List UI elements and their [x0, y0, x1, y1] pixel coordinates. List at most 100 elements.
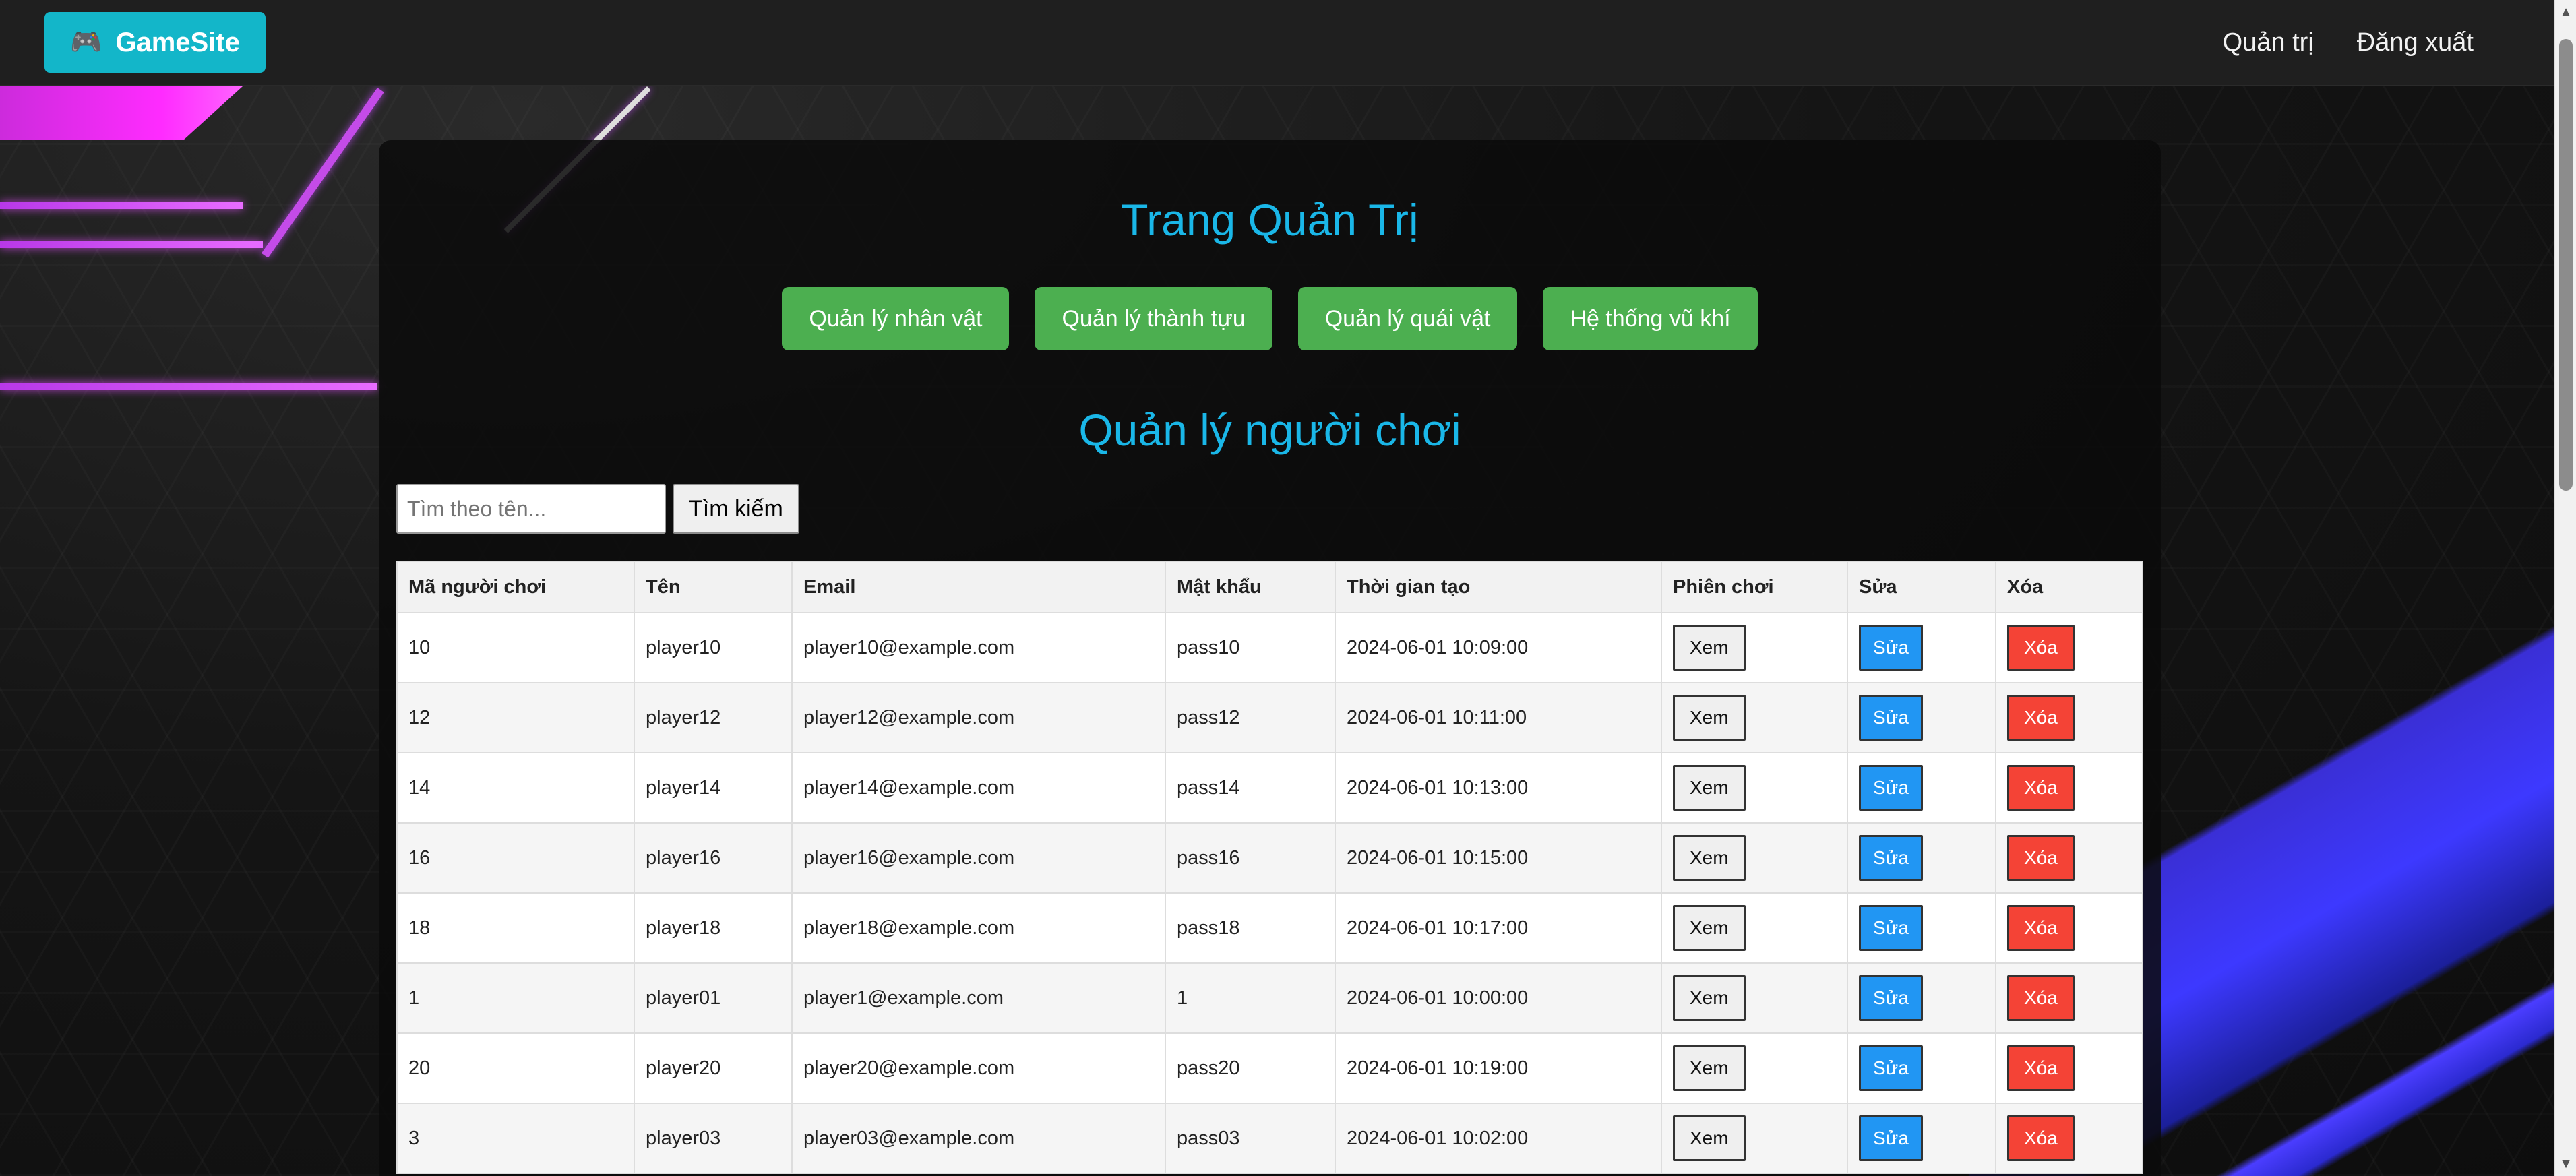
cell-created: 2024-06-01 10:02:00 [1335, 1103, 1662, 1174]
cell-name: player14 [634, 752, 793, 824]
search-button[interactable]: Tìm kiếm [673, 484, 799, 534]
column-header-delete: Xóa [1995, 561, 2143, 613]
edit-button[interactable]: Sửa [1859, 1045, 1923, 1091]
delete-button[interactable]: Xóa [2007, 905, 2075, 951]
table-row: 14 player14 player14@example.com pass14 … [396, 752, 2143, 824]
cell-id: 1 [396, 962, 635, 1034]
delete-button[interactable]: Xóa [2007, 1115, 2075, 1161]
cell-id: 12 [396, 682, 635, 753]
edit-button[interactable]: Sửa [1859, 905, 1923, 951]
cell-id: 20 [396, 1032, 635, 1104]
scroll-up-icon[interactable]: ▲ [2555, 1, 2576, 23]
edit-button[interactable]: Sửa [1859, 975, 1923, 1021]
delete-button[interactable]: Xóa [2007, 835, 2075, 881]
cell-email: player03@example.com [791, 1103, 1166, 1174]
cell-id: 18 [396, 892, 635, 964]
delete-button[interactable]: Xóa [2007, 765, 2075, 811]
table-row: 10 player10 player10@example.com pass10 … [396, 612, 2143, 683]
cell-created: 2024-06-01 10:11:00 [1335, 682, 1662, 753]
navbar: 🎮 GameSite Quản trị Đăng xuất [0, 0, 2554, 86]
cell-delete: Xóa [1995, 1032, 2143, 1104]
nav-logout-link[interactable]: Đăng xuất [2357, 28, 2474, 57]
delete-button[interactable]: Xóa [2007, 695, 2075, 741]
cell-id: 16 [396, 822, 635, 894]
column-header-password: Mật khẩu [1165, 561, 1336, 613]
cell-name: player16 [634, 822, 793, 894]
view-sessions-button[interactable]: Xem [1673, 695, 1746, 741]
brand-logo[interactable]: 🎮 GameSite [44, 12, 266, 73]
column-header-name: Tên [634, 561, 793, 613]
cell-password: 1 [1165, 962, 1336, 1034]
view-sessions-button[interactable]: Xem [1673, 835, 1746, 881]
nav-admin-link[interactable]: Quản trị [2223, 28, 2314, 57]
gamepad-icon: 🎮 [70, 28, 102, 57]
cell-delete: Xóa [1995, 682, 2143, 753]
purple-line-decoration [0, 241, 263, 248]
cell-email: player18@example.com [791, 892, 1166, 964]
section-title: Quản lý người chơi [1078, 405, 1461, 455]
cell-sessions: Xem [1661, 1103, 1848, 1174]
cell-password: pass16 [1165, 822, 1336, 894]
blue-band-decoration [2104, 502, 2576, 1176]
cell-password: pass14 [1165, 752, 1336, 824]
delete-button[interactable]: Xóa [2007, 1045, 2075, 1091]
view-sessions-button[interactable]: Xem [1673, 765, 1746, 811]
cell-sessions: Xem [1661, 822, 1848, 894]
edit-button[interactable]: Sửa [1859, 835, 1923, 881]
cell-delete: Xóa [1995, 752, 2143, 824]
weapon-system-button[interactable]: Hệ thống vũ khí [1543, 287, 1758, 350]
cell-created: 2024-06-01 10:13:00 [1335, 752, 1662, 824]
page-title: Trang Quản Trị [1121, 195, 1419, 245]
cell-password: pass12 [1165, 682, 1336, 753]
manage-characters-button[interactable]: Quản lý nhân vật [782, 287, 1010, 350]
cell-id: 14 [396, 752, 635, 824]
manage-monsters-button[interactable]: Quản lý quái vật [1297, 287, 1518, 350]
scroll-down-icon[interactable]: ▼ [2555, 1153, 2576, 1175]
cell-name: player01 [634, 962, 793, 1034]
scrollbar-thumb[interactable] [2559, 39, 2573, 491]
cell-id: 10 [396, 612, 635, 683]
search-input[interactable] [396, 484, 666, 534]
players-table-body: 10 player10 player10@example.com pass10 … [396, 612, 2143, 1174]
cell-sessions: Xem [1661, 962, 1848, 1034]
cell-sessions: Xem [1661, 752, 1848, 824]
cell-edit: Sửa [1847, 612, 1996, 683]
cell-edit: Sửa [1847, 1103, 1996, 1174]
cell-sessions: Xem [1661, 682, 1848, 753]
edit-button[interactable]: Sửa [1859, 695, 1923, 741]
edit-button[interactable]: Sửa [1859, 1115, 1923, 1161]
page-scrollbar[interactable]: ▲ ▼ [2554, 0, 2576, 1176]
column-header-edit: Sửa [1847, 561, 1996, 613]
edit-button[interactable]: Sửa [1859, 625, 1923, 671]
table-header-row: Mã người chơi Tên Email Mật khẩu Thời gi… [396, 561, 2143, 613]
cell-email: player14@example.com [791, 752, 1166, 824]
table-row: 1 player01 player1@example.com 1 2024-06… [396, 962, 2143, 1034]
view-sessions-button[interactable]: Xem [1673, 905, 1746, 951]
cell-edit: Sửa [1847, 752, 1996, 824]
cell-name: player12 [634, 682, 793, 753]
cell-name: player03 [634, 1103, 793, 1174]
delete-button[interactable]: Xóa [2007, 975, 2075, 1021]
edit-button[interactable]: Sửa [1859, 765, 1923, 811]
admin-panel: Trang Quản Trị Quản lý nhân vật Quản lý … [379, 140, 2161, 1176]
cell-delete: Xóa [1995, 822, 2143, 894]
column-header-created: Thời gian tạo [1335, 561, 1662, 613]
cell-sessions: Xem [1661, 612, 1848, 683]
cell-created: 2024-06-01 10:19:00 [1335, 1032, 1662, 1104]
cell-password: pass03 [1165, 1103, 1336, 1174]
view-sessions-button[interactable]: Xem [1673, 625, 1746, 671]
search-bar: Tìm kiếm [396, 484, 799, 534]
cell-name: player10 [634, 612, 793, 683]
admin-nav-buttons: Quản lý nhân vật Quản lý thành tựu Quản … [379, 287, 2161, 350]
delete-button[interactable]: Xóa [2007, 625, 2075, 671]
cell-password: pass10 [1165, 612, 1336, 683]
view-sessions-button[interactable]: Xem [1673, 975, 1746, 1021]
cell-edit: Sửa [1847, 962, 1996, 1034]
purple-line-decoration [0, 202, 243, 209]
cell-email: player20@example.com [791, 1032, 1166, 1104]
column-header-email: Email [791, 561, 1166, 613]
view-sessions-button[interactable]: Xem [1673, 1115, 1746, 1161]
column-header-sessions: Phiên chơi [1661, 561, 1848, 613]
manage-achievements-button[interactable]: Quản lý thành tựu [1035, 287, 1272, 350]
view-sessions-button[interactable]: Xem [1673, 1045, 1746, 1091]
